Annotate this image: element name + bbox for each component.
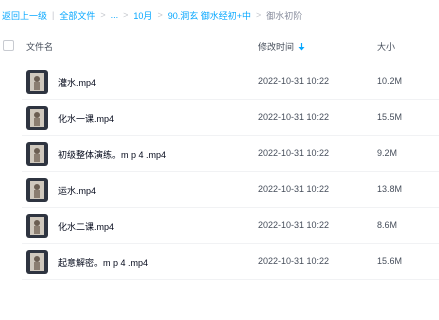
- select-all-checkbox[interactable]: [3, 40, 14, 51]
- video-thumbnail-icon: [26, 214, 48, 238]
- file-name[interactable]: 初级整体演练。m p 4 .mp4: [58, 148, 166, 161]
- file-name[interactable]: 起意解密。m p 4 .mp4: [58, 256, 148, 269]
- breadcrumb-current-folder: 御水初阶: [266, 10, 303, 21]
- file-modified-time: 2022-10-31 10:22: [258, 148, 330, 158]
- breadcrumb-ellipsis[interactable]: ...: [111, 10, 119, 20]
- video-thumbnail-icon: [26, 250, 48, 274]
- file-name[interactable]: 灌水.mp4: [58, 76, 96, 89]
- header-modified-time-label: 修改时间: [258, 42, 295, 52]
- video-thumbnail-icon: [26, 70, 48, 94]
- file-size: 9.2M: [377, 148, 398, 158]
- file-size: 8.6M: [377, 220, 398, 230]
- table-row[interactable]: 起意解密。m p 4 .mp4 2022-10-31 10:22 15.6M: [0, 244, 439, 280]
- row-divider: [22, 279, 439, 280]
- file-name[interactable]: 运水.mp4: [58, 184, 96, 197]
- table-row[interactable]: 初级整体演练。m p 4 .mp4 2022-10-31 10:22 9.2M: [0, 136, 439, 172]
- breadcrumb-october[interactable]: 10月: [133, 9, 152, 22]
- breadcrumb-separator: |: [52, 10, 55, 20]
- table-row[interactable]: 运水.mp4 2022-10-31 10:22 13.8M: [0, 172, 439, 208]
- file-modified-time: 2022-10-31 10:22: [258, 76, 330, 86]
- video-thumbnail-icon: [26, 178, 48, 202]
- file-name[interactable]: 化水一课.mp4: [58, 112, 114, 125]
- file-size: 10.2M: [377, 76, 403, 86]
- header-size[interactable]: 大小: [377, 40, 395, 53]
- breadcrumb-arrow: >: [255, 10, 262, 20]
- file-modified-time: 2022-10-31 10:22: [258, 112, 330, 122]
- header-modified-time[interactable]: 修改时间: [258, 40, 305, 53]
- sort-down-icon: [298, 42, 305, 50]
- file-size: 15.5M: [377, 112, 403, 122]
- table-row[interactable]: 化水二课.mp4 2022-10-31 10:22 8.6M: [0, 208, 439, 244]
- breadcrumb-arrow: >: [123, 10, 129, 20]
- header-filename[interactable]: 文件名: [26, 40, 53, 53]
- breadcrumb-parent-folder[interactable]: 90.洞玄 御水经初+中: [168, 9, 251, 22]
- table-row[interactable]: 化水一课.mp4 2022-10-31 10:22 15.5M: [0, 100, 439, 136]
- table-header: 文件名 修改时间 大小: [0, 31, 439, 61]
- file-size: 13.8M: [377, 184, 403, 194]
- video-thumbnail-icon: [26, 142, 48, 166]
- file-size: 15.6M: [377, 256, 403, 266]
- file-name[interactable]: 化水二课.mp4: [58, 220, 114, 233]
- file-modified-time: 2022-10-31 10:22: [258, 220, 330, 230]
- breadcrumb-arrow: >: [157, 10, 163, 20]
- breadcrumb-arrow: >: [100, 10, 106, 20]
- breadcrumb-all-files[interactable]: 全部文件: [59, 9, 95, 22]
- back-link[interactable]: 返回上一级: [0, 9, 47, 22]
- video-thumbnail-icon: [26, 106, 48, 130]
- file-modified-time: 2022-10-31 10:22: [258, 256, 330, 266]
- file-modified-time: 2022-10-31 10:22: [258, 184, 330, 194]
- table-row[interactable]: 灌水.mp4 2022-10-31 10:22 10.2M: [0, 64, 439, 100]
- breadcrumb: 返回上一级 | 全部文件 > ... > 10月 > 90.洞玄 御水经初+中 …: [0, 0, 439, 30]
